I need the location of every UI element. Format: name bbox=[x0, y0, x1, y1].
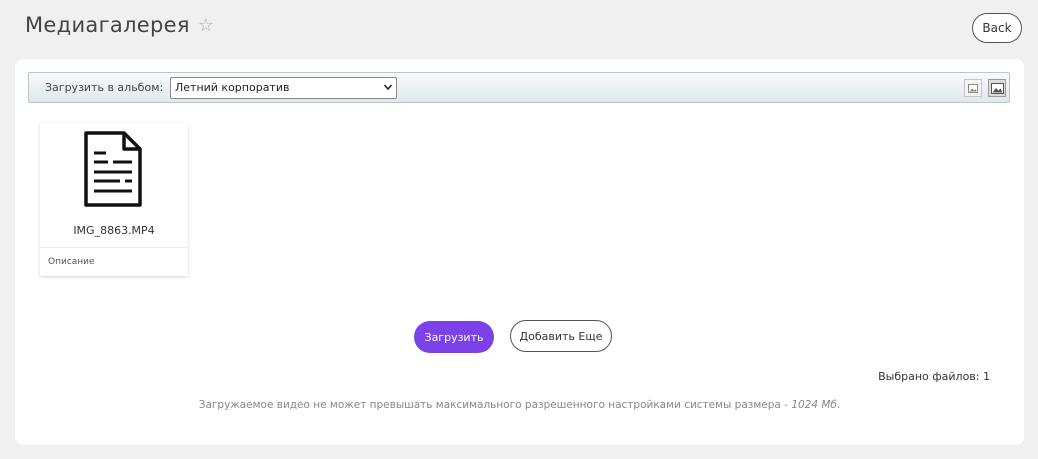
divider bbox=[40, 247, 188, 248]
document-icon bbox=[84, 131, 142, 207]
album-toolbar: Загрузить в альбом: Летний корпоратив bbox=[28, 72, 1010, 103]
size-limit-note: Загружаемое видео не может превышать мак… bbox=[15, 399, 1024, 411]
chevron-down-icon bbox=[384, 84, 392, 91]
view-small-thumbnails-button[interactable] bbox=[964, 79, 982, 97]
page-title-container: Медиагалерея ☆ bbox=[25, 13, 214, 37]
file-description-field[interactable]: Описание bbox=[48, 257, 95, 267]
size-limit-value: 1024 Мб bbox=[791, 399, 837, 411]
size-limit-suffix: . bbox=[836, 399, 841, 411]
image-small-icon bbox=[968, 83, 978, 93]
album-select-value: Летний корпоратив bbox=[175, 81, 290, 94]
back-button[interactable]: Back bbox=[972, 13, 1022, 43]
star-icon[interactable]: ☆ bbox=[198, 15, 214, 36]
page-title: Медиагалерея bbox=[25, 13, 190, 37]
selected-files-count: Выбрано файлов: 1 bbox=[878, 370, 990, 383]
add-more-button[interactable]: Добавить Еще bbox=[510, 320, 612, 352]
view-large-thumbnails-button[interactable] bbox=[988, 79, 1006, 97]
file-card[interactable]: IMG_8863.MP4 Описание bbox=[40, 123, 188, 276]
file-name: IMG_8863.MP4 bbox=[73, 224, 155, 237]
image-large-icon bbox=[990, 82, 1004, 94]
size-limit-text: Загружаемое видео не может превышать мак… bbox=[198, 399, 792, 411]
upload-to-album-label: Загрузить в альбом: bbox=[45, 81, 164, 94]
upload-button[interactable]: Загрузить bbox=[414, 321, 494, 353]
album-select[interactable]: Летний корпоратив bbox=[170, 77, 397, 99]
upload-panel: Загрузить в альбом: Летний корпоратив IM… bbox=[15, 59, 1024, 445]
